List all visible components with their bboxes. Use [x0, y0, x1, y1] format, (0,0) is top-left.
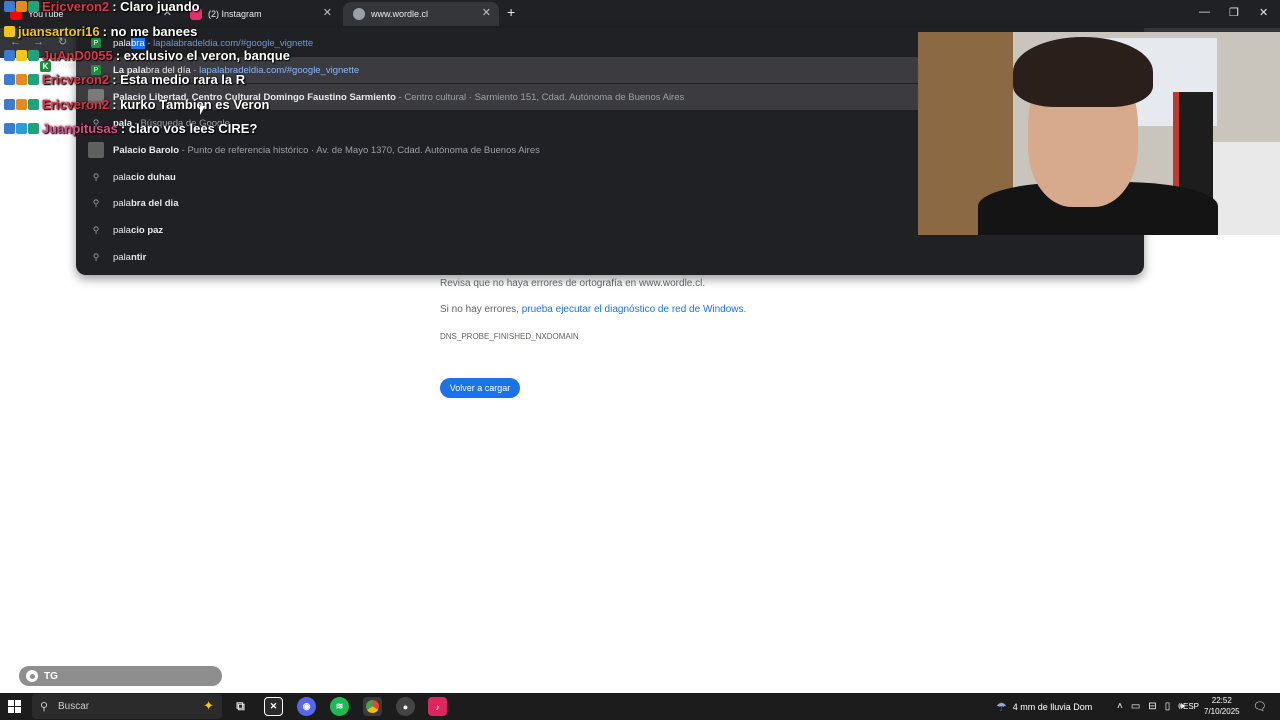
building-icon: [88, 142, 104, 158]
reload-button[interactable]: Volver a cargar: [440, 378, 520, 398]
search-placeholder: Buscar: [58, 701, 90, 712]
task-view-icon[interactable]: ⧉: [231, 697, 250, 716]
chat-message: JuAnD0055: exclusivo el veron, banque: [4, 46, 290, 64]
discord-icon[interactable]: ◉: [297, 697, 316, 716]
windows-taskbar: ⚲ Buscar ✦ ⧉ ✕ ◉ ≋ ● ♪ ☂ 4 mm de lluvia …: [0, 693, 1280, 720]
close-tab-icon[interactable]: ✕: [482, 6, 491, 19]
chat-text: : Claro juando: [112, 0, 200, 14]
search-icon: ⚲: [92, 197, 100, 208]
tab-wordle[interactable]: www.wordle.cl ✕: [343, 2, 499, 26]
obs-icon[interactable]: ●: [396, 697, 415, 716]
taskbar-clock[interactable]: 22:52 7/10/2025: [1204, 695, 1240, 717]
error-hint: Revisa que no haya errores de ortografía…: [440, 278, 706, 289]
network-icon[interactable]: ⊟: [1148, 701, 1156, 712]
error-diagnostic: Si no hay errores, prueba ejecutar el di…: [440, 304, 747, 315]
tg-label: TG: [44, 670, 58, 682]
clock-date: 7/10/2025: [1204, 707, 1240, 716]
tab-label: www.wordle.cl: [371, 9, 429, 19]
chat-text: : claro vos lees CIRE?: [120, 120, 258, 136]
streamer-hair: [1013, 37, 1153, 107]
chat-text: : kurko Tambien es Veron: [112, 96, 270, 112]
chat-message: juansartori16: no me banees: [4, 22, 197, 40]
windows-start-icon[interactable]: [8, 700, 21, 713]
webcam-overlay: [918, 32, 1280, 235]
suggestion-item[interactable]: ⚲ palantir: [76, 244, 1144, 270]
chat-username: Ericveron2: [42, 96, 110, 112]
minimize-button[interactable]: —: [1199, 6, 1210, 18]
record-icon: [26, 670, 38, 682]
tiktok-icon[interactable]: ♪: [428, 697, 447, 716]
language-indicator[interactable]: ESP: [1183, 693, 1199, 720]
battery-icon[interactable]: ▯: [1165, 701, 1171, 712]
stream-chat-overlay: Ericveron2: Claro juando juansartori16: …: [0, 0, 320, 140]
chat-username: Juanpitusas: [42, 120, 118, 136]
diagnostic-link[interactable]: prueba ejecutar el diagnóstico de red de…: [522, 304, 744, 315]
copilot-sparkle-icon: ✦: [203, 698, 214, 713]
chat-username: Ericveron2: [42, 71, 110, 87]
capcut-icon[interactable]: ✕: [264, 697, 283, 716]
search-icon: ⚲: [92, 224, 100, 235]
suggestion-text: palacio paz: [113, 224, 164, 236]
notification-icon[interactable]: 🗨: [1253, 693, 1267, 720]
system-tray-icons: ˄ ▭ ⊟ ▯ 🕪: [1117, 693, 1185, 720]
chat-message: Ericveron2: Esta medio rara la R: [4, 70, 245, 88]
search-icon: ⚲: [40, 701, 49, 713]
chat-text: : Esta medio rara la R: [112, 71, 246, 87]
close-tab-icon[interactable]: ✕: [323, 6, 332, 19]
suggestion-text: Palacio Barolo - Punto de referencia his…: [113, 144, 540, 156]
close-window-button[interactable]: ✕: [1259, 6, 1268, 19]
chevron-up-icon[interactable]: ˄: [1117, 701, 1123, 712]
chat-message: Ericveron2: Claro juando: [4, 0, 200, 15]
taskbar-search-input[interactable]: ⚲ Buscar ✦: [32, 694, 222, 719]
suggestion-text: palabra del dia: [113, 197, 179, 209]
search-icon: ⚲: [92, 251, 100, 262]
chat-text: : no me banees: [102, 23, 198, 39]
chat-text: : exclusivo el veron, banque: [115, 47, 290, 63]
chat-message: Ericveron2: kurko Tambien es Veron: [4, 95, 269, 113]
weather-text: 4 mm de lluvia Dom: [1012, 701, 1093, 712]
rain-cloud-icon: ☂: [996, 699, 1007, 714]
mouse-cursor: [200, 106, 205, 115]
restore-button[interactable]: ❐: [1229, 6, 1239, 19]
chat-username: Ericveron2: [42, 0, 110, 14]
search-icon: ⚲: [92, 171, 100, 182]
suggestion-text: palantir: [113, 251, 147, 263]
globe-icon: [353, 8, 365, 20]
chat-message: Juanpitusas: claro vos lees CIRE?: [4, 119, 257, 137]
tg-overlay-bar: TG: [19, 666, 222, 686]
chat-username: JuAnD0055: [42, 47, 113, 63]
weather-widget[interactable]: ☂ 4 mm de lluvia Dom: [996, 693, 1092, 720]
suggestion-text: palacio duhau: [113, 171, 176, 183]
new-tab-button[interactable]: +: [507, 4, 515, 20]
spotify-icon[interactable]: ≋: [330, 697, 349, 716]
chat-username: juansartori16: [18, 23, 100, 39]
clock-time: 22:52: [1211, 696, 1232, 705]
chrome-icon[interactable]: [363, 697, 382, 716]
error-code: DNS_PROBE_FINISHED_NXDOMAIN: [440, 332, 579, 341]
display-icon[interactable]: ▭: [1131, 701, 1140, 712]
